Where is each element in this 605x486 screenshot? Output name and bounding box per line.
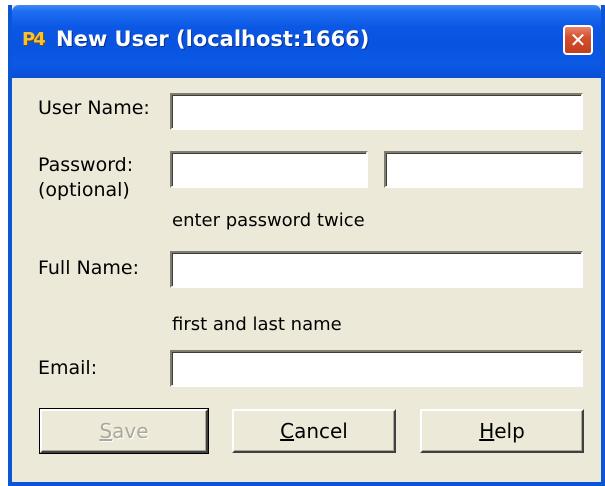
save-mnemonic: S [99,419,113,443]
full-name-label: Full Name: [38,257,139,279]
help-label: elp [494,419,525,443]
cancel-label: ancel [294,419,348,443]
password-input[interactable] [170,151,368,188]
password-hint: enter password twice [172,210,365,231]
close-icon: ✕ [569,28,587,52]
email-label: Email: [38,357,98,379]
save-label: ave [112,419,149,443]
save-button[interactable]: Save [39,408,209,454]
user-name-label: User Name: [38,97,150,119]
cancel-mnemonic: C [280,419,295,443]
user-name-input[interactable] [170,93,583,130]
password-optional-label: (optional) [38,179,130,201]
new-user-dialog: P4 New User (localhost:1666) ✕ User Name… [8,5,605,486]
window-title: New User (localhost:1666) [56,27,370,51]
email-input[interactable] [170,350,583,387]
help-button[interactable]: Help [420,409,584,453]
full-name-hint: first and last name [172,314,342,335]
cancel-button[interactable]: Cancel [232,409,396,453]
p4-app-icon[interactable]: P4 [22,28,48,52]
help-mnemonic: H [479,419,495,443]
full-name-input[interactable] [170,251,583,288]
password-label: Password: [38,154,134,176]
password-confirm-input[interactable] [384,151,583,188]
close-button[interactable]: ✕ [563,25,593,55]
title-bar[interactable]: P4 New User (localhost:1666) ✕ [12,5,601,78]
